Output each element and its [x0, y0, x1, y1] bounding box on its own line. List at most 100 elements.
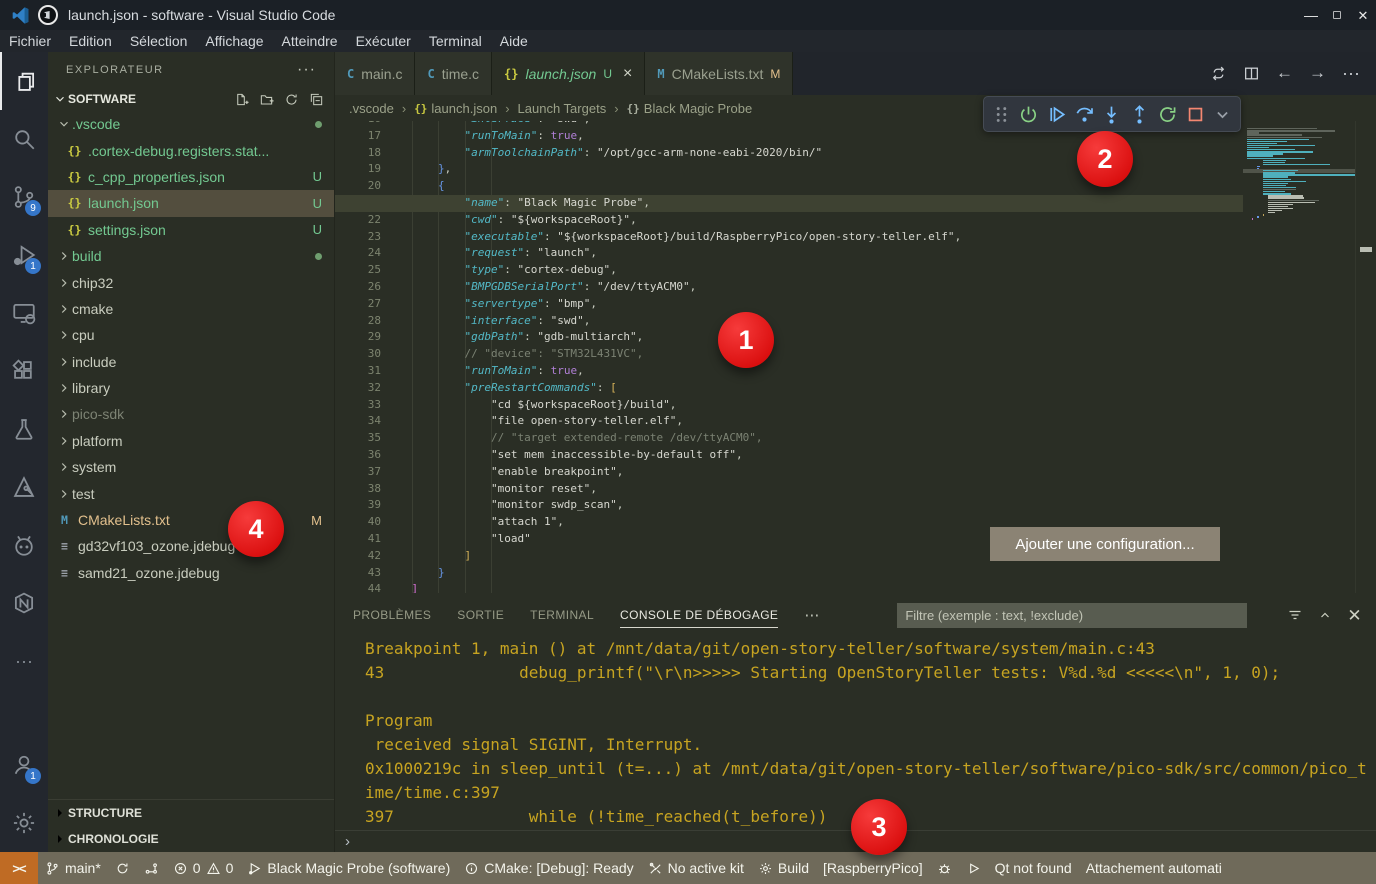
tree-item-include[interactable]: include	[48, 349, 334, 375]
filter-icon[interactable]	[1287, 607, 1303, 623]
grip-icon[interactable]	[991, 104, 1012, 125]
new-file-icon[interactable]	[234, 92, 249, 107]
continue-icon[interactable]	[1046, 104, 1067, 125]
section-structure[interactable]: STRUCTURE	[48, 800, 334, 826]
tab-launch-json[interactable]: {}launch.jsonU×	[492, 52, 645, 95]
tree-item-c-cpp-properties-json[interactable]: {}c_cpp_properties.jsonU	[48, 164, 334, 190]
source-control-icon[interactable]: 9	[0, 168, 48, 226]
tree-item-test[interactable]: test	[48, 480, 334, 506]
split-editor-icon[interactable]	[1243, 65, 1260, 82]
section-chronologie[interactable]: CHRONOLOGIE	[48, 826, 334, 852]
debug-console-filter-input[interactable]	[897, 603, 1247, 628]
run-debug-icon[interactable]: 1	[0, 226, 48, 284]
remote-explorer-icon[interactable]	[0, 284, 48, 342]
debug-console-output[interactable]: Breakpoint 1, main () at /mnt/data/git/o…	[335, 637, 1376, 830]
menu-item-fichier[interactable]: Fichier	[0, 30, 60, 52]
tree-item-gd32vf103-ozone-jdebug[interactable]: ≡gd32vf103_ozone.jdebug	[48, 533, 334, 559]
status-item-black-magic-probe-software[interactable]: Black Magic Probe (software)	[240, 860, 457, 876]
menu-item-terminal[interactable]: Terminal	[420, 30, 491, 52]
tree-item-cmake[interactable]: cmake	[48, 296, 334, 322]
maximize-button[interactable]	[1324, 0, 1350, 30]
menu-item-aide[interactable]: Aide	[491, 30, 537, 52]
tab-main-c[interactable]: Cmain.c	[335, 52, 415, 95]
panel-more-icon[interactable]: ⋯	[804, 606, 820, 624]
status-item-no-active-kit[interactable]: No active kit	[641, 860, 751, 876]
refresh-icon[interactable]	[284, 92, 299, 107]
step-out-icon[interactable]	[1129, 104, 1150, 125]
status-item-qt-not-found[interactable]: Qt not found	[988, 860, 1079, 876]
settings-icon[interactable]	[0, 794, 48, 852]
close-icon[interactable]: ✕	[1347, 607, 1362, 624]
step-into-icon[interactable]	[1101, 104, 1122, 125]
tree-item-vscode[interactable]: .vscode	[48, 111, 334, 137]
tree-item-settings-json[interactable]: {}settings.jsonU	[48, 217, 334, 243]
problems-status[interactable]: 00	[166, 860, 241, 876]
tab-cmakelists-txt[interactable]: MCMakeLists.txtM	[645, 52, 793, 95]
stop-icon[interactable]	[1185, 104, 1206, 125]
ellipsis-icon[interactable]: ···	[1342, 64, 1360, 84]
status-item-raspberrypico[interactable]: [RaspberryPico]	[816, 860, 930, 876]
workspace-section-header[interactable]: SOFTWARE	[48, 87, 334, 111]
restart-icon[interactable]	[1157, 104, 1178, 125]
collapse-all-icon[interactable]	[309, 92, 324, 107]
menu-item-edition[interactable]: Edition	[60, 30, 121, 52]
overview-ruler[interactable]	[1355, 121, 1376, 593]
menu-item-ex-cuter[interactable]: Exécuter	[347, 30, 420, 52]
menu-item-affichage[interactable]: Affichage	[196, 30, 272, 52]
status-item-gitgraph[interactable]	[137, 861, 166, 876]
tree-item-cpu[interactable]: cpu	[48, 322, 334, 348]
tree-item-cmakelists-txt[interactable]: MCMakeLists.txtM	[48, 507, 334, 533]
status-item-main[interactable]: main*	[38, 860, 108, 876]
tree-item-samd21-ozone-jdebug[interactable]: ≡samd21_ozone.jdebug	[48, 560, 334, 586]
breadcrumb-item-launch-targets[interactable]: Launch Targets	[518, 101, 607, 116]
tree-item-launch-json[interactable]: {}launch.jsonU	[48, 190, 334, 216]
minimap[interactable]	[1243, 122, 1355, 593]
open-changes-icon[interactable]	[1210, 65, 1227, 82]
power-icon[interactable]	[1018, 104, 1039, 125]
menu-item-s-lection[interactable]: Sélection	[121, 30, 197, 52]
chevron-down-icon[interactable]	[1212, 104, 1233, 125]
arrow-right-icon[interactable]: →	[1309, 64, 1326, 83]
menu-item-atteindre[interactable]: Atteindre	[273, 30, 347, 52]
close-icon[interactable]: ×	[623, 65, 632, 83]
breadcrumb-item-black-magic-probe[interactable]: {}Black Magic Probe	[627, 101, 753, 116]
ellipsis-icon[interactable]: ···	[0, 632, 48, 690]
account-icon[interactable]: 1	[0, 736, 48, 794]
status-item-bug[interactable]	[930, 861, 959, 876]
status-item-cmake-debug-ready[interactable]: CMake: [Debug]: Ready	[457, 860, 640, 876]
panel-tab-sortie[interactable]: SORTIE	[457, 593, 504, 637]
nx-icon[interactable]	[0, 574, 48, 632]
tree-item-chip32[interactable]: chip32	[48, 269, 334, 295]
add-configuration-button[interactable]: Ajouter une configuration...	[990, 527, 1220, 561]
panel-tab-console-de-d-bogage[interactable]: CONSOLE DE DÉBOGAGE	[620, 593, 778, 637]
status-item-sync[interactable]	[108, 861, 137, 876]
tree-item-build[interactable]: build	[48, 243, 334, 269]
tree-item-system[interactable]: system	[48, 454, 334, 480]
chevron-up-icon[interactable]	[1317, 607, 1333, 623]
remote-indicator[interactable]: ><	[0, 852, 38, 884]
panel-tab-terminal[interactable]: TERMINAL	[530, 593, 594, 637]
step-over-icon[interactable]	[1074, 104, 1095, 125]
platformio-icon[interactable]	[0, 516, 48, 574]
tree-item-pico-sdk[interactable]: pico-sdk	[48, 401, 334, 427]
tree-item-cortex-debug-registers-stat[interactable]: {}.cortex-debug.registers.stat...	[48, 137, 334, 163]
cmake-icon[interactable]	[0, 458, 48, 516]
breadcrumb-item-vscode[interactable]: .vscode	[349, 101, 394, 116]
status-item-attachement-automati[interactable]: Attachement automati	[1079, 860, 1229, 876]
panel-tab-probl-mes[interactable]: PROBLÈMES	[353, 593, 431, 637]
arrow-left-icon[interactable]: ←	[1276, 64, 1293, 83]
extensions-icon[interactable]	[0, 342, 48, 400]
code-editor[interactable]: 1617181920212223242526272829303132333435…	[335, 121, 1376, 593]
test-icon[interactable]	[0, 400, 48, 458]
status-item-build[interactable]: Build	[751, 860, 816, 876]
sidebar-more-actions-icon[interactable]: ···	[297, 61, 316, 79]
minimize-button[interactable]: —	[1298, 0, 1324, 30]
explorer-icon[interactable]	[0, 52, 48, 110]
breadcrumb-item-launch-json[interactable]: {}launch.json	[414, 101, 497, 116]
search-icon[interactable]	[0, 110, 48, 168]
close-button[interactable]: ✕	[1350, 0, 1376, 30]
tab-time-c[interactable]: Ctime.c	[415, 52, 492, 95]
new-folder-icon[interactable]	[259, 92, 274, 107]
status-item-play[interactable]	[959, 861, 988, 876]
tree-item-library[interactable]: library	[48, 375, 334, 401]
